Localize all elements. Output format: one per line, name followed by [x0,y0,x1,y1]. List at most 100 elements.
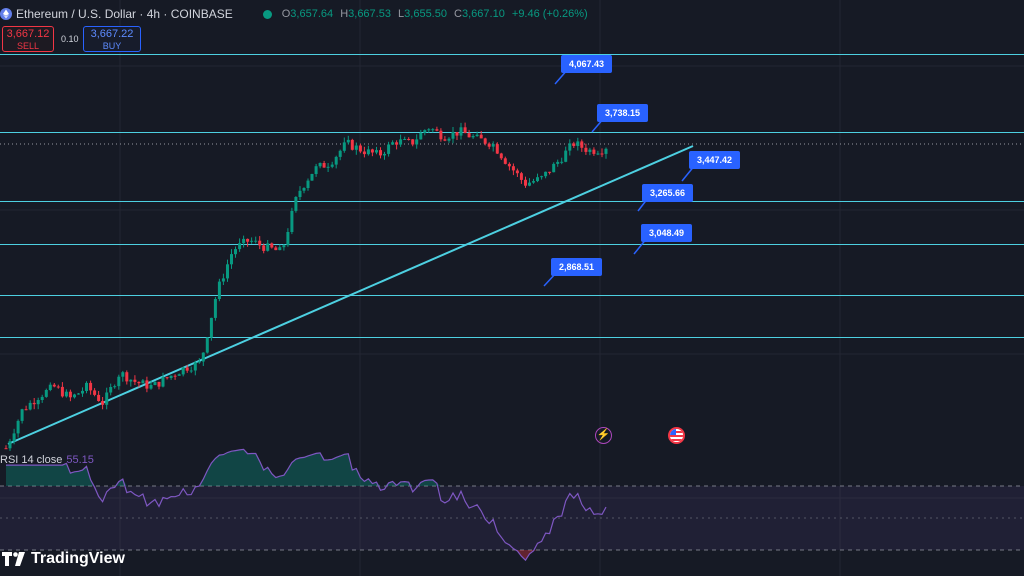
candle-body [294,197,298,211]
candle-body [40,396,44,400]
candle-body [576,141,580,146]
candle-body [64,391,68,397]
symbol-header[interactable]: Ethereum / U.S. Dollar · 4h · COINBASE O… [0,5,592,23]
candle-body [56,386,60,388]
candle-body [588,149,592,152]
candle-body [20,409,24,421]
candle-body [189,370,193,372]
buy-button[interactable]: 3,667.22 BUY [83,26,141,52]
candle-body [52,384,56,387]
candle-body [169,375,173,378]
candle-body [161,377,165,387]
level-tag-4067[interactable]: 4,067.43 [561,55,613,73]
candle-body [342,142,346,151]
candle-body [60,386,64,397]
level-tag-3738[interactable]: 3,738.15 [597,104,649,122]
candle-body [435,129,439,131]
candle-body [68,391,72,398]
candle-body [278,247,282,251]
candle-body [463,127,467,134]
candle-body [532,181,535,183]
candle-body [395,142,399,145]
candle-body [326,166,330,168]
candle-body [556,161,560,164]
candle-body [431,129,435,131]
candle-body [133,379,137,382]
candle-body [314,166,318,174]
candle-body [358,145,362,152]
symbol-title[interactable]: Ethereum / U.S. Dollar · 4h · COINBASE [16,7,233,21]
candle-body [366,149,370,155]
rsi-legend[interactable]: RSI 14 close 55.15 [0,454,94,466]
ohlc-high: 3,667.53 [348,8,391,20]
candle-body [507,163,511,167]
candle-body [560,161,564,163]
ohlc-high-key: H [340,8,349,20]
candle-body [471,136,475,138]
candle-body [391,142,395,145]
candle-body [157,381,161,387]
candle-body [536,177,539,182]
price-chart[interactable] [0,0,1024,576]
us-flag-icon[interactable] [668,427,685,444]
candle-body [427,129,431,131]
candle-body [580,141,584,148]
candle-body [270,243,274,248]
candle-body [467,133,471,138]
candle-body [379,150,382,156]
tradingview-logo[interactable]: TradingView [2,550,125,568]
candle-body [8,441,12,449]
candle-body [403,139,407,140]
ohlc-values: O3,657.64 H3,667.53 L3,655.50 C3,667.10 … [282,8,592,20]
ohlc-open: 3,657.64 [290,8,334,20]
price-change: +9.46 (+0.26%) [511,8,588,20]
candle-body [258,240,262,246]
candle-body [568,143,572,151]
candle-body [540,176,544,178]
horizontal-levels[interactable] [0,54,1024,338]
candle-body [48,384,52,390]
candle-body [113,386,117,388]
candle-body [221,278,225,282]
level-tag-2868[interactable]: 2,868.51 [551,258,603,276]
lightning-icon[interactable]: ⚡ [595,427,612,444]
candle-body [455,132,459,136]
level-tag-3048[interactable]: 3,048.49 [641,224,693,242]
candle-body [439,130,443,140]
ohlc-open-key: O [281,8,291,20]
level-tag-3447[interactable]: 3,447.42 [689,151,741,169]
ohlc-close-key: C [454,8,462,20]
candle-body [125,372,129,382]
candle-body [330,164,334,167]
candle-body [213,299,217,318]
candle-body [495,144,499,154]
candle-body [129,379,133,382]
candle-body [197,361,201,363]
candle-body [185,367,189,371]
sell-button[interactable]: 3,667.12 SELL [2,26,54,52]
candle-body [246,238,250,242]
candle-body [399,139,403,145]
candle-body [375,150,378,153]
sell-label: SELL [16,41,40,51]
level-tag-3265[interactable]: 3,265.66 [642,184,694,202]
candle-body [544,171,548,177]
candle-body [310,174,314,181]
candle-body [451,132,455,139]
candle-body [250,240,254,242]
candle-body [93,390,97,395]
candle-body [499,153,503,159]
ohlc-low: 3,655.50 [404,8,447,20]
candle-body [217,281,221,299]
candle-body [552,163,556,173]
candle-body [383,153,386,156]
candle-body [121,372,125,377]
candle-body [153,381,157,385]
candle-body [105,392,109,405]
market-status-dot [262,9,272,19]
candle-body [282,245,286,248]
candle-body [346,139,350,143]
buy-label: BUY [102,41,122,51]
candle-body [201,352,205,362]
candle-body [350,139,354,150]
